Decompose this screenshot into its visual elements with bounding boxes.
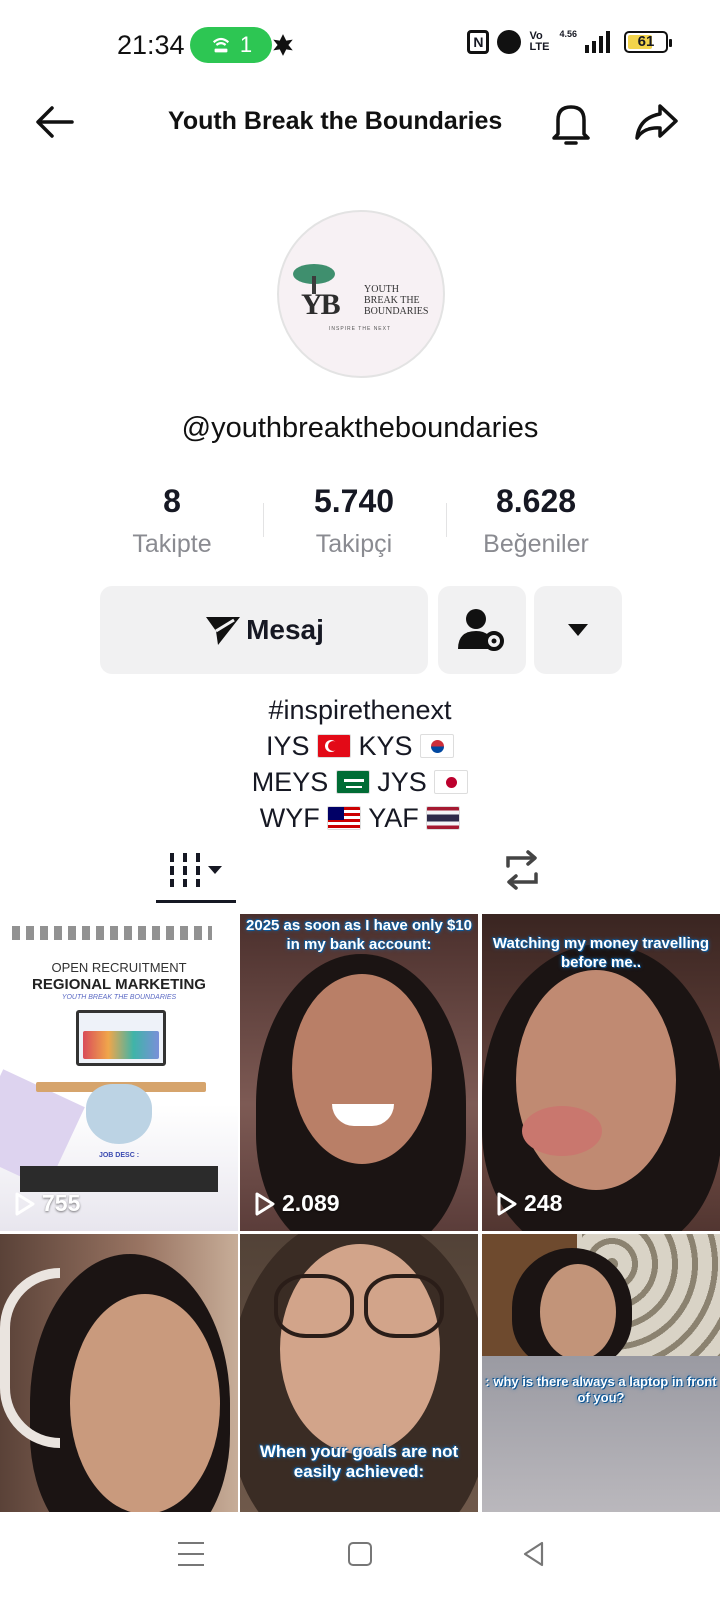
user-settings-button[interactable] <box>438 586 526 674</box>
video-caption: : why is there always a laptop in front … <box>485 1374 717 1405</box>
stat-likes[interactable]: 8.628 Beğeniler <box>446 483 626 559</box>
video-tile[interactable]: : why is there always a laptop in front … <box>482 1234 720 1551</box>
home-icon[interactable] <box>348 1542 372 1566</box>
back-triangle-icon[interactable] <box>520 1540 548 1568</box>
stat-value: 5.740 <box>313 483 395 519</box>
stat-label: Takipçi <box>315 530 393 558</box>
bio-yaf: YAF <box>368 803 419 833</box>
bio-kys: KYS <box>358 731 413 761</box>
view-count: 2.089 <box>254 1190 340 1217</box>
profile-stats: 8 Takipte 5.740 Takipçi 8.628 Beğeniler <box>0 483 720 563</box>
pouting-lips <box>522 1106 602 1156</box>
saudi-arabia-flag-icon <box>335 770 370 794</box>
monitor-illustration <box>76 1010 166 1066</box>
bio-meys: MEYS <box>251 767 329 797</box>
message-button[interactable]: Mesaj <box>100 586 428 674</box>
play-icon <box>15 1192 35 1215</box>
grid-icon <box>170 853 200 887</box>
chair-illustration <box>86 1084 152 1144</box>
status-time: 21:34 <box>117 30 185 60</box>
play-icon <box>497 1192 517 1215</box>
caret-down-icon <box>568 624 588 636</box>
video-caption: 2025 as soon as I have only $10 in my ba… <box>246 917 472 953</box>
video-caption: When your goals are not easily achieved: <box>259 1442 459 1481</box>
glasses-left <box>274 1274 354 1338</box>
stat-followers[interactable]: 5.740 Takipçi <box>264 483 444 559</box>
bio-line-3: MEYS JYS <box>0 764 720 800</box>
bio-jys: JYS <box>377 767 427 797</box>
malaysia-flag-icon <box>327 806 362 830</box>
profile-bio: #inspirethenext IYS KYS MEYS JYS WYF YAF <box>0 692 720 836</box>
stat-value: 8.628 <box>495 483 577 519</box>
view-count: 248 <box>496 1190 562 1217</box>
hotspot-icon <box>212 37 229 53</box>
logo-text: YOUTH BREAK THE BOUNDARIES <box>364 284 429 317</box>
stat-label: Takipte <box>132 530 212 558</box>
profile-header: Youth Break the Boundaries <box>0 90 720 154</box>
japan-flag-icon <box>434 770 469 794</box>
page-title: Youth Break the Boundaries <box>168 107 503 135</box>
thailand-flag-icon <box>426 806 461 830</box>
headphones <box>0 1268 60 1448</box>
bio-hashtag[interactable]: #inspirethenext <box>0 692 720 728</box>
poster-description-box <box>20 1166 218 1192</box>
video-tile[interactable]: When your goals are not easily achieved: <box>240 1234 478 1551</box>
tab-videos[interactable] <box>156 840 236 900</box>
share-icon[interactable] <box>632 100 680 144</box>
video-tile[interactable]: Watching my money travelling before me..… <box>482 914 720 1231</box>
logo-mark: YB <box>301 288 341 321</box>
signal-icon <box>585 31 610 53</box>
volte-label: Vo LTE <box>529 30 550 53</box>
avatar[interactable]: YB YOUTH BREAK THE BOUNDARIES INSPIRE TH… <box>277 210 445 378</box>
poster-jobdesc: JOB DESC : <box>98 1152 140 1159</box>
poster-line-1: OPEN RECRUITMENT <box>51 960 187 975</box>
alarm-icon <box>497 30 522 54</box>
video-tile[interactable]: OPEN RECRUITMENT REGIONAL MARKETING YOUT… <box>0 914 238 1231</box>
bell-icon[interactable] <box>548 100 594 148</box>
poster-line-3: YOUTH BREAK THE BOUNDARIES <box>61 994 177 1001</box>
battery-level: 61 <box>637 33 655 50</box>
bio-line-2: IYS KYS <box>0 728 720 764</box>
user-gear-icon <box>458 609 504 651</box>
system-nav-bar <box>0 1512 720 1600</box>
send-icon <box>206 617 241 645</box>
repost-icon[interactable] <box>498 848 546 892</box>
logo-tagline: INSPIRE THE NEXT <box>329 326 392 332</box>
glasses-right <box>364 1274 444 1338</box>
bio-wyf: WYF <box>259 803 320 833</box>
caret-down-icon <box>208 866 222 874</box>
menu-icon[interactable] <box>178 1542 204 1566</box>
status-right: N Vo LTE 4.56 61 <box>467 29 672 54</box>
play-icon <box>255 1192 275 1215</box>
bio-iys: IYS <box>265 731 310 761</box>
network-speed: 4.56 <box>559 29 577 39</box>
video-tile[interactable] <box>0 1234 238 1551</box>
status-bar: 21:34 1 N Vo LTE 4.56 61 <box>0 0 720 92</box>
battery-icon: 61 <box>624 31 672 53</box>
stat-label: Beğeniler <box>483 530 589 558</box>
stat-following[interactable]: 8 Takipte <box>82 483 262 559</box>
leaf-icon <box>273 34 293 56</box>
content-tabs <box>0 840 720 908</box>
bio-line-4: WYF YAF <box>0 800 720 836</box>
video-tile[interactable]: 2025 as soon as I have only $10 in my ba… <box>240 914 478 1231</box>
turkey-flag-icon <box>316 734 351 758</box>
nfc-icon: N <box>467 30 490 54</box>
hotspot-indicator[interactable]: 1 <box>190 27 272 63</box>
poster-line-2: REGIONAL MARKETING <box>32 976 206 993</box>
username: @youthbreaktheboundaries <box>181 412 539 444</box>
view-count: 755 <box>14 1190 80 1217</box>
south-korea-flag-icon <box>420 734 455 758</box>
partner-logos <box>12 926 212 940</box>
message-label: Mesaj <box>246 614 324 645</box>
more-options-button[interactable] <box>534 586 622 674</box>
back-arrow-icon[interactable] <box>32 102 76 142</box>
hotspot-count: 1 <box>239 32 253 57</box>
stat-value: 8 <box>163 483 181 519</box>
video-caption: Watching my money travelling before me.. <box>492 935 710 971</box>
active-tab-indicator <box>156 900 236 903</box>
